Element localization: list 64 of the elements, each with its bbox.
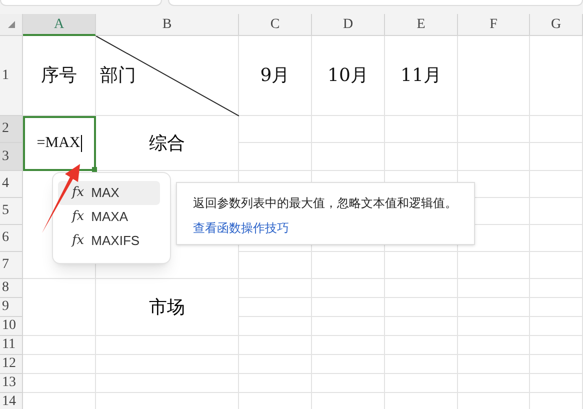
menu-item[interactable]: fx MAX <box>58 181 160 205</box>
input-field[interactable] <box>0 0 162 6</box>
table-cell <box>458 279 530 298</box>
table-cell: 综合 <box>96 116 239 171</box>
row-header[interactable]: 3 <box>0 143 23 171</box>
function-icon: fx <box>72 183 84 203</box>
table-cell <box>530 374 583 393</box>
table-cell <box>530 225 583 252</box>
table-cell: 序号 <box>23 36 96 116</box>
row-header[interactable]: 5 <box>0 198 23 225</box>
table-cell <box>530 336 583 355</box>
row-header[interactable]: 4 <box>0 171 23 198</box>
column-header[interactable]: D <box>312 14 385 36</box>
table-cell <box>458 116 530 143</box>
help-link[interactable]: 查看函数操作技巧 <box>193 219 457 237</box>
table-cell: 部门 <box>96 36 239 116</box>
menu-item[interactable]: fx MAXIFS <box>58 229 160 253</box>
table-cell <box>530 317 583 336</box>
column-header[interactable]: F <box>458 14 530 36</box>
table-cell <box>458 336 530 355</box>
table-cell: 市场 <box>96 279 239 336</box>
row-header[interactable]: 12 <box>0 355 23 374</box>
cell-editor[interactable]: =MAX <box>23 116 96 171</box>
table-cell <box>530 198 583 225</box>
row-header[interactable]: 11 <box>0 336 23 355</box>
row-header[interactable]: 13 <box>0 374 23 393</box>
menu-item[interactable]: fx MAXA <box>58 205 160 229</box>
table-cell <box>458 317 530 336</box>
function-icon: fx <box>72 231 84 251</box>
column-header[interactable]: C <box>239 14 312 36</box>
row-header[interactable]: 8 <box>0 279 23 298</box>
row-header[interactable]: 14 <box>0 393 23 409</box>
column-header[interactable]: E <box>385 14 458 36</box>
table-cell: 10月 <box>312 36 385 116</box>
column-header[interactable]: B <box>96 14 239 36</box>
row-header[interactable]: 6 <box>0 225 23 252</box>
table-cell <box>530 143 583 171</box>
row-header[interactable]: 2 <box>0 116 23 143</box>
table-cell <box>530 116 583 143</box>
cell-value: =MAX <box>36 134 80 154</box>
column-header[interactable]: A <box>23 14 96 36</box>
table-cell <box>530 355 583 374</box>
table-cell <box>530 252 583 279</box>
text-caret <box>81 135 82 152</box>
fill-handle[interactable] <box>92 167 97 172</box>
column-header[interactable]: G <box>530 14 583 36</box>
select-all-icon[interactable] <box>8 21 14 28</box>
table-cell: 9月 <box>239 36 312 116</box>
row-header[interactable]: 10 <box>0 317 23 336</box>
input-field[interactable] <box>168 0 583 6</box>
table-cell <box>458 355 530 374</box>
table-cell <box>530 171 583 198</box>
table-cell <box>530 298 583 317</box>
table-cell <box>458 143 530 171</box>
row-header[interactable]: 9 <box>0 298 23 317</box>
table-cell: 11月 <box>385 36 458 116</box>
tooltip-text: 返回参数列表中的最大值，忽略文本值和逻辑值。 <box>193 195 457 212</box>
table-cell <box>458 252 530 279</box>
row-header[interactable]: 1 <box>0 36 23 116</box>
table-cell <box>458 374 530 393</box>
table-cell <box>530 279 583 298</box>
row-header[interactable]: 7 <box>0 252 23 279</box>
function-icon: fx <box>72 207 84 227</box>
table-cell <box>458 298 530 317</box>
